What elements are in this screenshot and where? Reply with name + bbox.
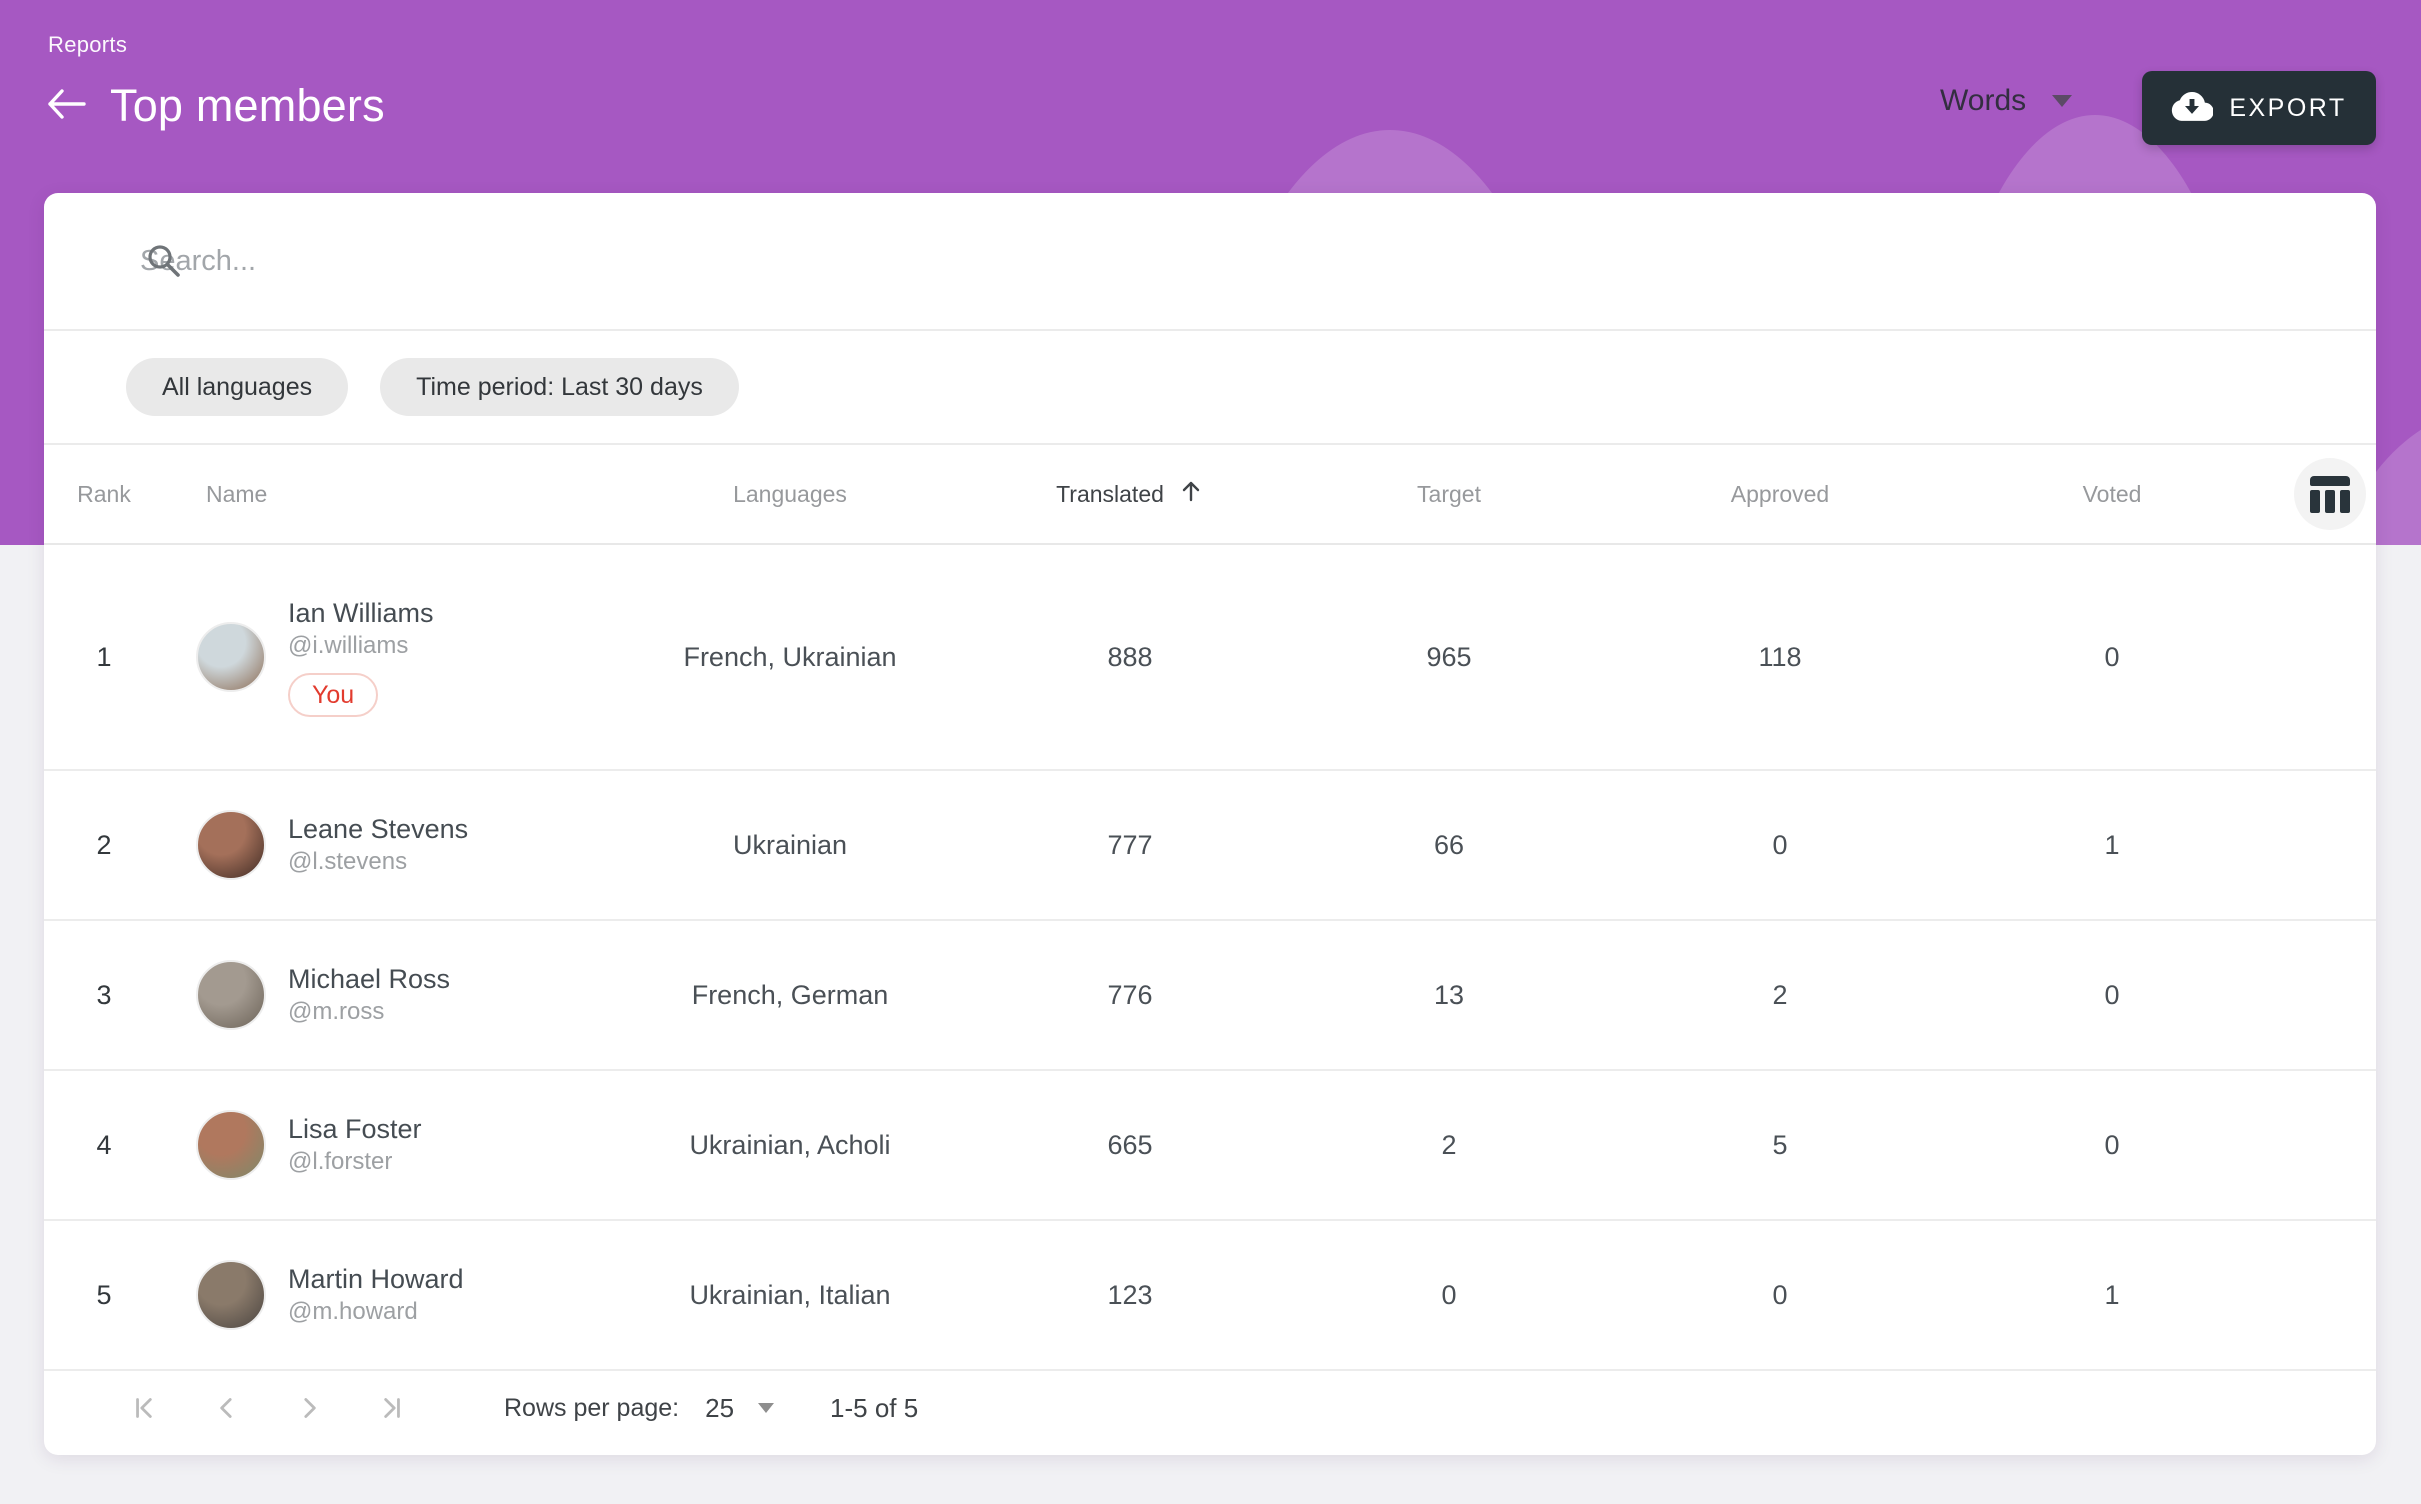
cloud-download-icon <box>2171 90 2213 127</box>
languages-value: Ukrainian, Acholi <box>604 1130 976 1161</box>
languages-value: Ukrainian <box>604 830 976 861</box>
table-row[interactable]: 2 Leane Stevens @l.stevens Ukrainian 777… <box>44 771 2376 921</box>
target-value: 13 <box>1284 980 1614 1011</box>
back-arrow-icon <box>45 86 87 127</box>
back-button[interactable] <box>44 84 88 128</box>
rank-value: 3 <box>44 980 164 1011</box>
avatar <box>196 622 266 692</box>
member-name: Leane Stevens <box>288 813 468 847</box>
languages-value: Ukrainian, Italian <box>604 1280 976 1311</box>
chevron-right-icon <box>293 1392 325 1424</box>
previous-page-button[interactable] <box>210 1391 244 1425</box>
target-value: 965 <box>1284 642 1614 673</box>
next-page-button[interactable] <box>292 1391 326 1425</box>
target-value: 2 <box>1284 1130 1614 1161</box>
export-button[interactable]: EXPORT <box>2142 71 2376 145</box>
report-card: All languages Time period: Last 30 days … <box>44 193 2376 1455</box>
rank-value: 4 <box>44 1130 164 1161</box>
rank-value: 5 <box>44 1280 164 1311</box>
member-username: @l.stevens <box>288 846 468 877</box>
translated-value: 777 <box>976 830 1284 861</box>
you-badge: You <box>288 673 378 717</box>
approved-value: 0 <box>1614 1280 1946 1311</box>
filter-chip-time-period[interactable]: Time period: Last 30 days <box>380 358 739 416</box>
column-header-approved[interactable]: Approved <box>1614 481 1946 508</box>
languages-value: French, Ukrainian <box>604 642 976 673</box>
table-row[interactable]: 4 Lisa Foster @l.forster Ukrainian, Acho… <box>44 1071 2376 1221</box>
member-username: @i.williams <box>288 630 434 661</box>
approved-value: 118 <box>1614 642 1946 673</box>
unit-selector-value: Words <box>1940 84 2026 118</box>
approved-value: 2 <box>1614 980 1946 1011</box>
column-header-name[interactable]: Name <box>164 481 604 508</box>
first-page-button[interactable] <box>128 1391 162 1425</box>
filter-chip-languages[interactable]: All languages <box>126 358 348 416</box>
pagination-range: 1-5 of 5 <box>830 1393 918 1424</box>
translated-value: 665 <box>976 1130 1284 1161</box>
member-name: Lisa Foster <box>288 1113 422 1147</box>
avatar <box>196 1260 266 1330</box>
column-settings-button[interactable] <box>2294 458 2366 530</box>
avatar <box>196 1110 266 1180</box>
export-button-label: EXPORT <box>2229 94 2346 123</box>
member-username: @m.howard <box>288 1296 464 1327</box>
member-name: Martin Howard <box>288 1263 464 1297</box>
approved-value: 5 <box>1614 1130 1946 1161</box>
table-header-row: Rank Name Languages Translated Target Ap… <box>44 445 2376 545</box>
table-row[interactable]: 1 Ian Williams @i.williams You French, U… <box>44 545 2376 771</box>
pagination-bar: Rows per page: 25 1-5 of 5 <box>44 1371 2376 1445</box>
translated-value: 776 <box>976 980 1284 1011</box>
target-value: 0 <box>1284 1280 1614 1311</box>
table-row[interactable]: 3 Michael Ross @m.ross French, German 77… <box>44 921 2376 1071</box>
voted-value: 0 <box>1946 642 2278 673</box>
translated-value: 123 <box>976 1280 1284 1311</box>
column-header-voted[interactable]: Voted <box>1946 481 2278 508</box>
search-icon <box>144 241 184 286</box>
rows-per-page-select[interactable]: 25 <box>705 1393 774 1424</box>
unit-selector-dropdown[interactable]: Words <box>1940 84 2072 118</box>
column-header-languages[interactable]: Languages <box>604 481 976 508</box>
member-name: Ian Williams <box>288 597 434 631</box>
chevron-down-icon <box>758 1403 774 1413</box>
column-header-translated[interactable]: Translated <box>976 478 1284 510</box>
voted-value: 0 <box>1946 1130 2278 1161</box>
avatar <box>196 810 266 880</box>
rows-per-page-label: Rows per page: <box>504 1394 679 1423</box>
avatar <box>196 960 266 1030</box>
voted-value: 1 <box>1946 830 2278 861</box>
column-header-rank[interactable]: Rank <box>44 481 164 508</box>
voted-value: 1 <box>1946 1280 2278 1311</box>
first-page-icon <box>129 1392 161 1424</box>
languages-value: French, German <box>604 980 976 1011</box>
page-title: Top members <box>110 80 385 132</box>
last-page-icon <box>375 1392 407 1424</box>
chevron-left-icon <box>211 1392 243 1424</box>
column-header-translated-label: Translated <box>1056 481 1164 508</box>
member-name: Michael Ross <box>288 963 450 997</box>
target-value: 66 <box>1284 830 1614 861</box>
filter-chips-row: All languages Time period: Last 30 days <box>44 331 2376 445</box>
last-page-button[interactable] <box>374 1391 408 1425</box>
breadcrumb[interactable]: Reports <box>48 32 127 58</box>
member-username: @l.forster <box>288 1146 422 1177</box>
search-input[interactable] <box>140 245 2040 278</box>
table-row[interactable]: 5 Martin Howard @m.howard Ukrainian, Ita… <box>44 1221 2376 1371</box>
approved-value: 0 <box>1614 830 1946 861</box>
voted-value: 0 <box>1946 980 2278 1011</box>
search-bar <box>44 193 2376 331</box>
translated-value: 888 <box>976 642 1284 673</box>
rows-per-page-value: 25 <box>705 1393 734 1424</box>
column-header-target[interactable]: Target <box>1284 481 1614 508</box>
columns-icon <box>2310 476 2350 513</box>
rank-value: 2 <box>44 830 164 861</box>
chevron-down-icon <box>2052 95 2072 107</box>
sort-ascending-icon <box>1178 478 1204 510</box>
rank-value: 1 <box>44 642 164 673</box>
member-username: @m.ross <box>288 996 450 1027</box>
